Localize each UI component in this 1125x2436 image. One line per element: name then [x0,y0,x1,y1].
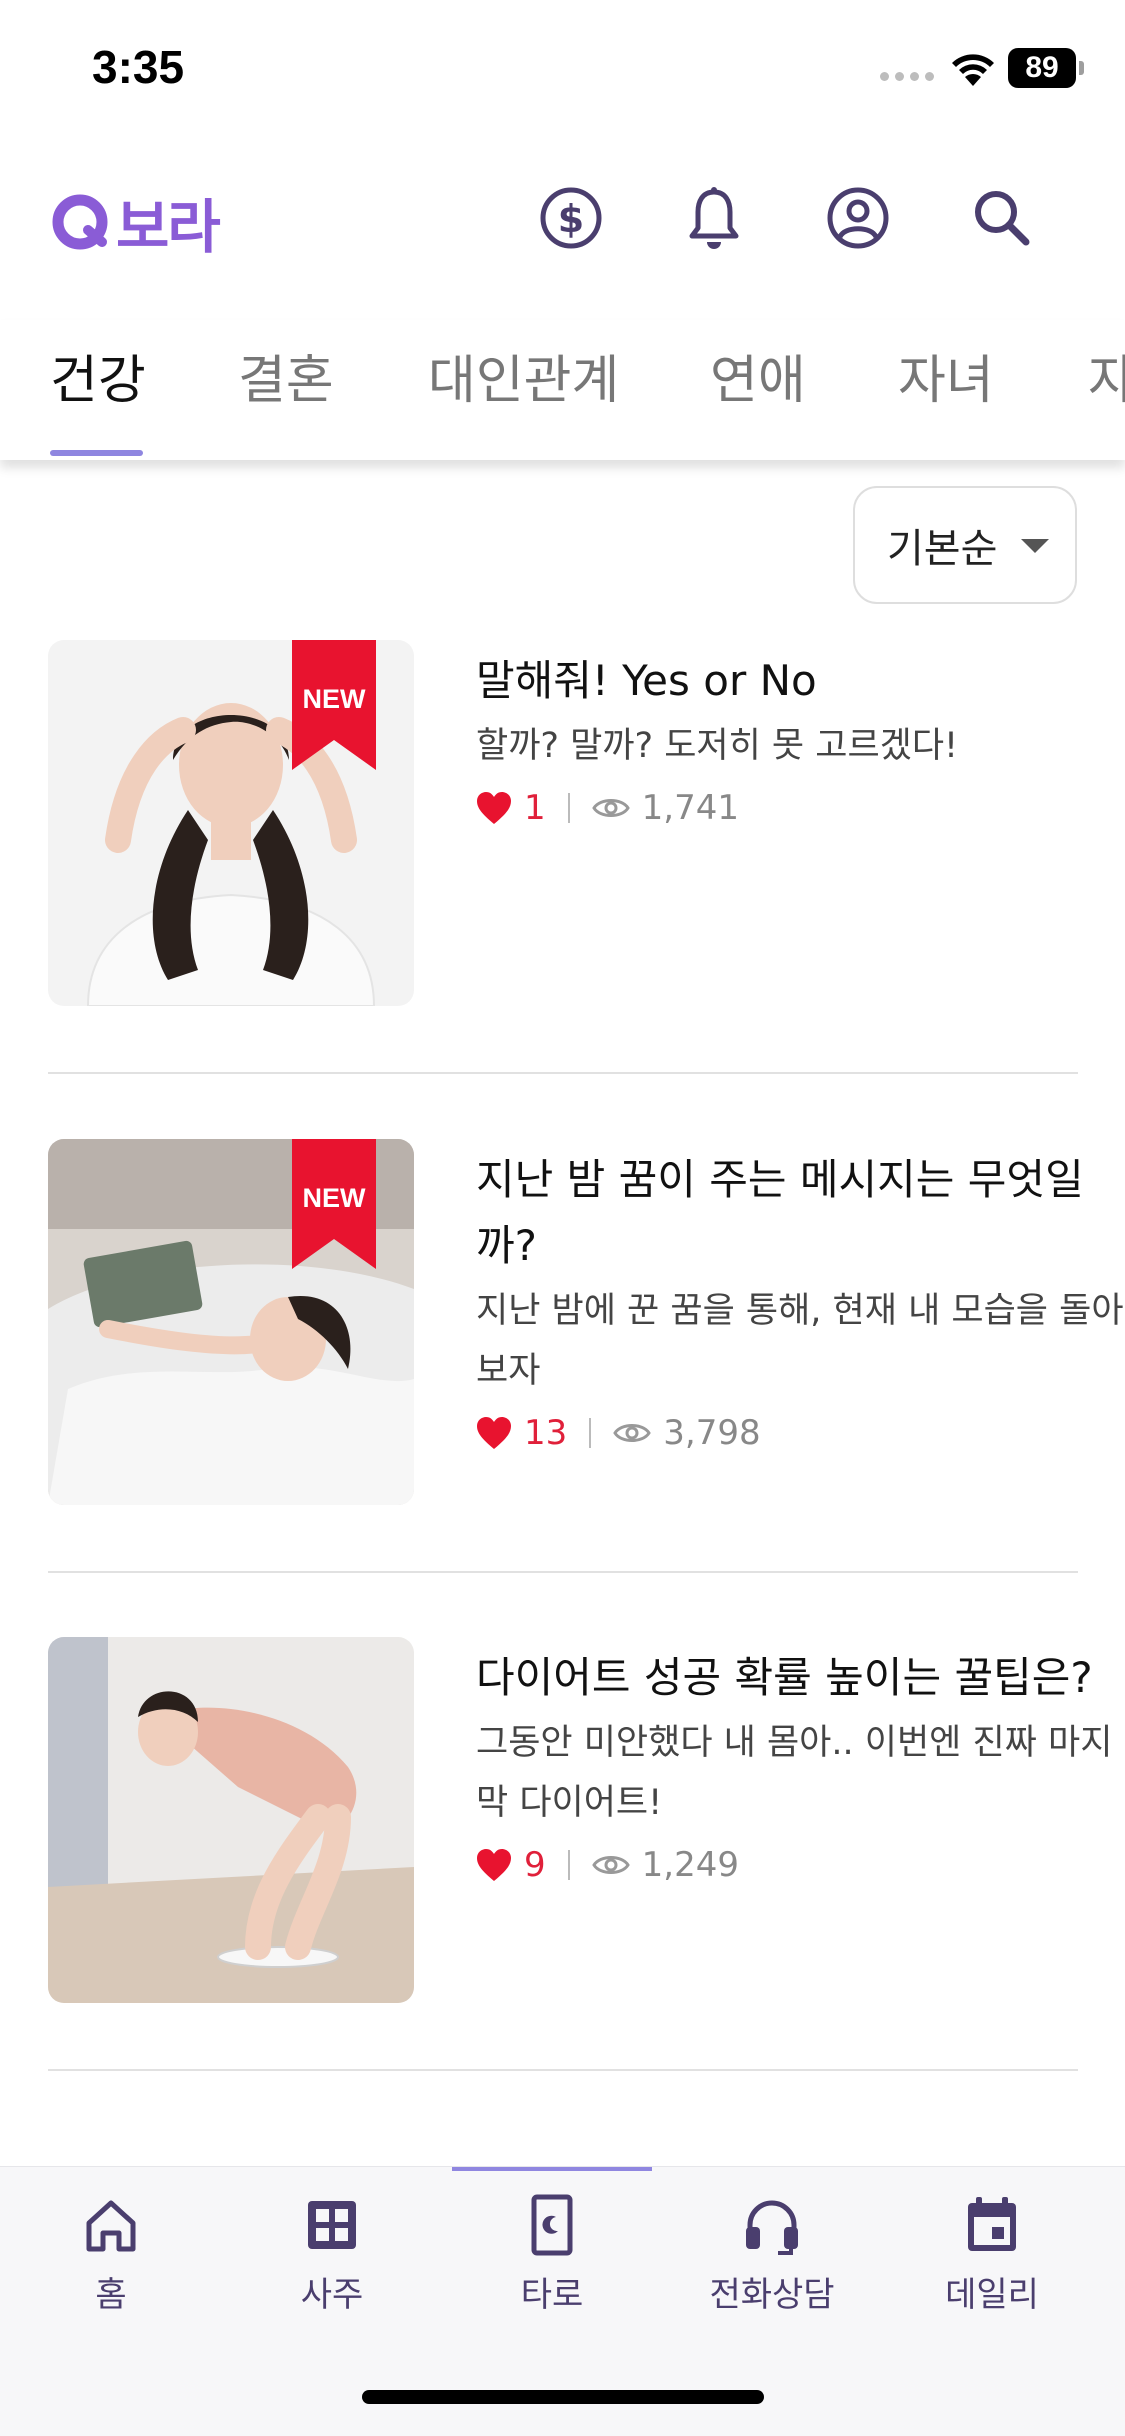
active-nav-indicator [452,2167,652,2171]
item-text: 다이어트 성공 확률 높이는 꿀팁은? 그동안 미안했다 내 몸아.. 이번엔 … [476,1645,1125,1887]
profile-icon[interactable] [822,182,894,254]
item-title: 다이어트 성공 확률 높이는 꿀팁은? [476,1653,1093,1702]
sort-label: 기본순 [887,526,998,572]
battery-level: 89 [1008,48,1076,88]
home-indicator[interactable] [362,2390,764,2404]
tab-dating[interactable]: 연애 [710,338,806,413]
stat-separator [567,793,570,823]
new-badge: NEW [292,640,376,770]
item-text: 지난 밤 꿈이 주는 메시지는 무엇일까? 지난 밤에 꾼 꿈을 통해, 현재 … [476,1147,1125,1455]
item-stats: 9 1,249 [476,1843,1125,1887]
like-count: 9 [524,1845,546,1885]
tab-marriage[interactable]: 결혼 [238,338,334,413]
grid-icon [308,2201,356,2249]
headset-icon [746,2200,798,2255]
eye-icon [613,1424,652,1442]
wifi-icon [952,54,994,86]
tab-relationships[interactable]: 대인관계 [428,338,619,413]
eye-icon [591,799,630,817]
new-badge: NEW [292,1139,376,1269]
nav-saju[interactable]: 사주 [237,2193,427,2316]
divider [48,2069,1078,2071]
item-description: 할까? 말까? 도저히 못 고르겠다! [476,726,959,766]
app-logo[interactable]: 보라 [50,180,221,264]
svg-text:$: $ [558,197,584,241]
nav-label: 홈 [95,2275,127,2315]
battery-icon: 89 [1008,48,1084,88]
search-icon[interactable] [966,182,1038,254]
tab-health[interactable]: 건강 [50,338,146,413]
view-count: 3,798 [663,1413,761,1453]
nav-phone-consult[interactable]: 전화상담 [677,2193,867,2316]
like-count: 13 [524,1413,568,1453]
status-bar: 3:35 89 [0,0,1125,140]
caret-down-icon [1021,539,1049,553]
bell-icon[interactable] [678,182,750,254]
item-thumbnail [48,1637,414,2003]
divider [48,1072,1078,1074]
nav-label: 데일리 [945,2275,1039,2315]
tab-more-partial[interactable]: 자 [1088,338,1125,413]
nav-label: 타로 [520,2275,584,2315]
calendar-icon [968,2197,1016,2251]
list-item[interactable]: NEW 말해줘! Yes or No 할까? 말까? 도저히 못 고르겠다! 1… [48,640,1078,1006]
new-badge-label: NEW [302,1183,366,1213]
status-time: 3:35 [92,41,185,93]
logo-mark-icon [52,194,108,250]
eye-icon [591,1856,630,1874]
app-header: 보라 $ [0,160,1125,270]
item-stats: 13 3,798 [476,1411,1125,1455]
coin-icon[interactable]: $ [535,182,607,254]
nav-home[interactable]: 홈 [16,2193,206,2316]
sort-dropdown[interactable]: 기본순 [853,486,1077,604]
nav-label: 사주 [300,2275,364,2315]
nav-label: 전화상담 [709,2275,835,2315]
active-tab-indicator [50,450,143,456]
category-tabs: 건강 결혼 대인관계 연애 자녀 자 [0,320,1125,460]
home-icon [86,2200,136,2252]
item-description: 지난 밤에 꾼 꿈을 통해, 현재 내 모습을 돌아보자 [476,1291,1124,1391]
view-count: 1,249 [641,1845,739,1885]
stat-separator [567,1850,570,1880]
stat-separator [589,1418,592,1448]
heart-icon [477,1417,511,1449]
new-badge-label: NEW [302,684,366,714]
item-title: 말해줘! Yes or No [476,656,817,705]
view-count: 1,741 [641,788,739,828]
divider [48,1571,1078,1573]
item-description: 그동안 미안했다 내 몸아.. 이번엔 진짜 마지막 다이어트! [476,1723,1113,1823]
list-item[interactable]: 다이어트 성공 확률 높이는 꿀팁은? 그동안 미안했다 내 몸아.. 이번엔 … [48,1637,1112,2003]
item-stats: 1 1,741 [476,786,1125,830]
cellular-signal-icon [880,72,934,81]
item-title: 지난 밤 꿈이 주는 메시지는 무엇일까? [476,1155,1084,1270]
list-item[interactable]: NEW 지난 밤 꿈이 주는 메시지는 무엇일까? 지난 밤에 꾼 꿈을 통해,… [48,1139,1124,1505]
item-text: 말해줘! Yes or No 할까? 말까? 도저히 못 고르겠다! 1 1,7… [476,648,1125,830]
heart-icon [477,792,511,824]
nav-daily[interactable]: 데일리 [897,2193,1087,2316]
tab-children[interactable]: 자녀 [898,338,994,413]
heart-icon [477,1849,511,1881]
nav-tarot[interactable]: 타로 [457,2193,647,2316]
logo-text: 보라 [116,193,221,261]
tarot-card-icon [531,2194,573,2256]
like-count: 1 [524,788,546,828]
